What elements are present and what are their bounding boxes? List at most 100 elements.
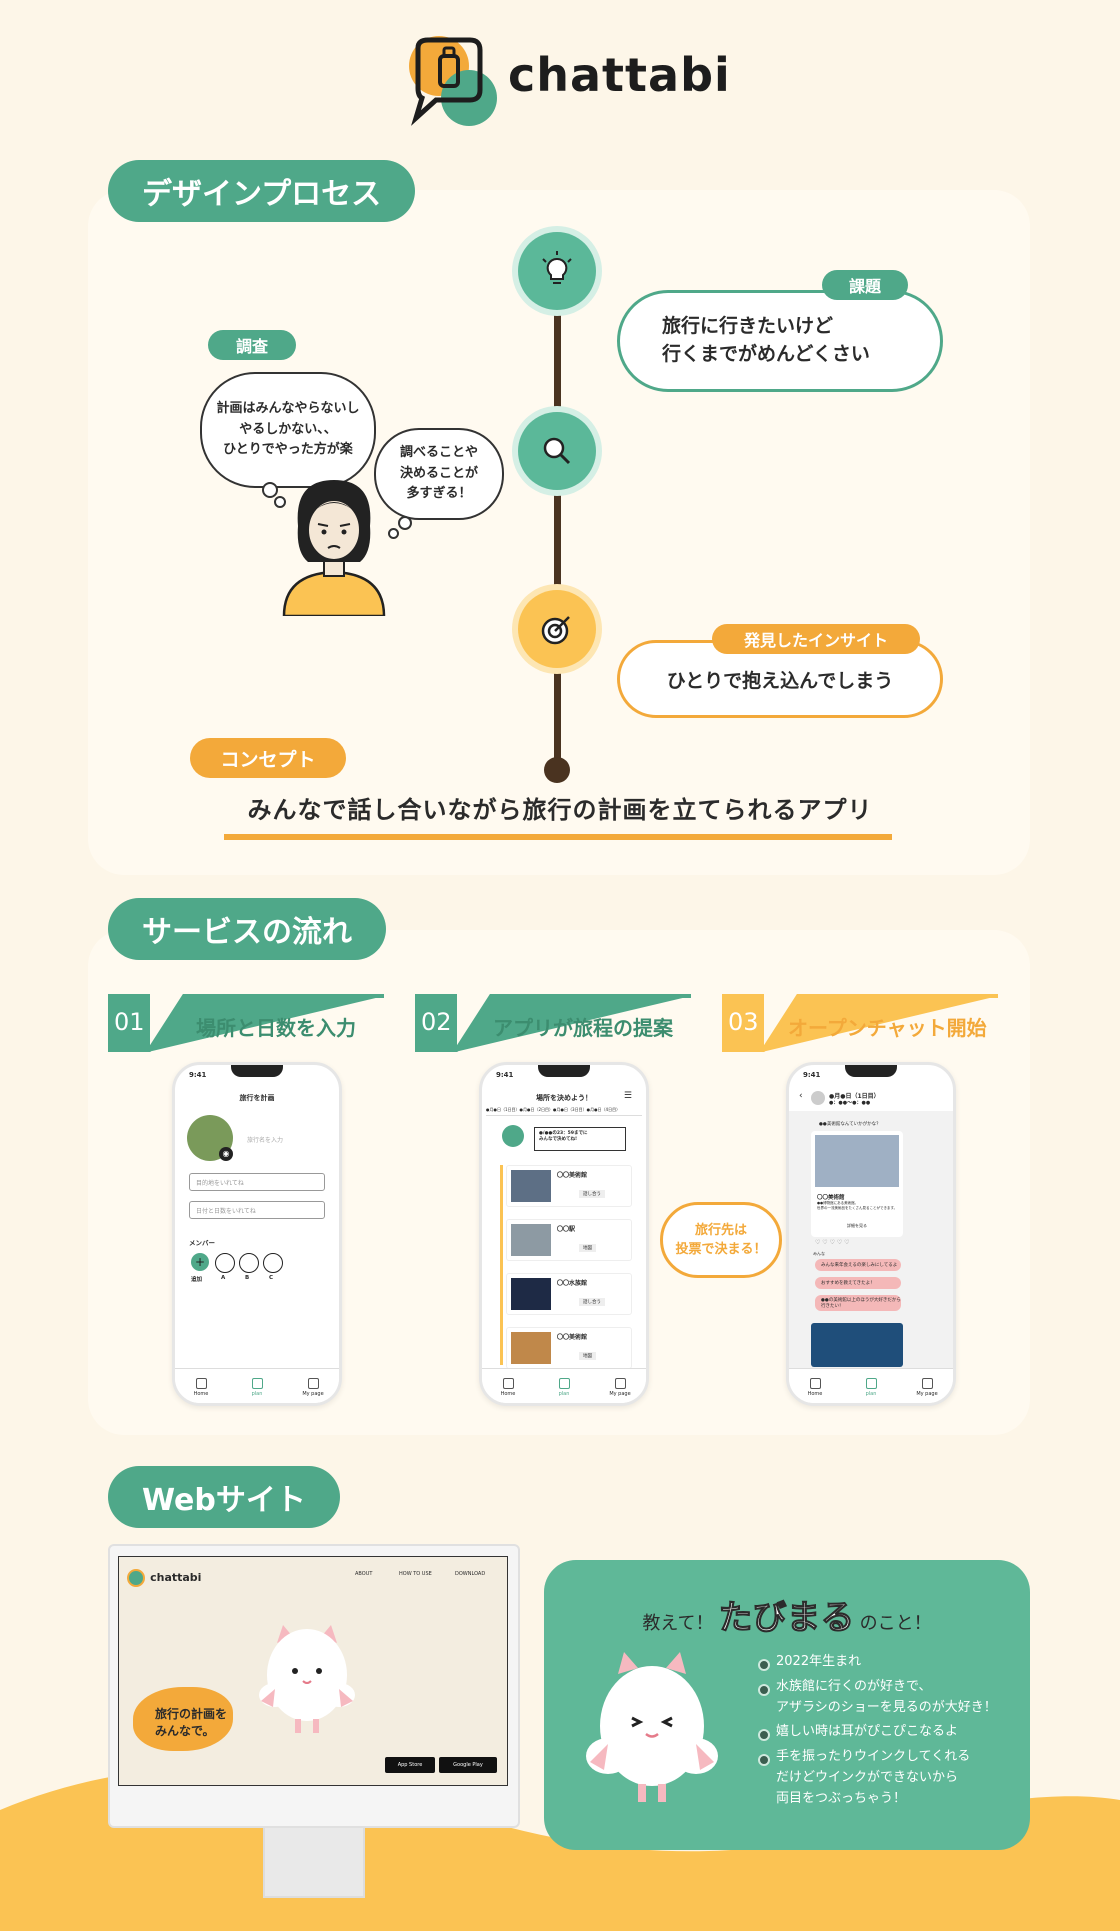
issue-text: 旅行に行きたいけど 行くまでがめんどくさい — [662, 315, 870, 365]
timeline-lightbulb — [518, 232, 596, 310]
place-photo — [815, 1135, 899, 1187]
back-icon[interactable]: ‹ — [799, 1091, 803, 1101]
monitor-screen: chattabi ABOUT HOW TO USE DOWNLOAD 旅行の計画… — [118, 1556, 508, 1786]
plan-item[interactable]: 〇〇美術館話し合う — [506, 1165, 632, 1207]
chat-intro: ●●美術館なんていかがかな？ — [819, 1122, 881, 1127]
thought-cloud-2: 調べることや 決めることが 多すぎる！ — [374, 428, 504, 520]
phone-plan-trip: 9:41 旅行を計画 ◉ 旅行名を入力 目的地をいれてね 日付と日数をいれてね … — [172, 1062, 342, 1406]
phone-notch — [845, 1065, 897, 1077]
nav-home[interactable]: Home — [795, 1378, 835, 1397]
fact-item: 手を振ったりウインクしてくれる だけどウインクができないから 両目をつぶっちゃう… — [758, 1747, 997, 1809]
camera-icon[interactable]: ◉ — [219, 1147, 233, 1161]
group-avatar — [811, 1091, 825, 1105]
issue-bubble: 旅行に行きたいけど 行くまでがめんどくさい — [617, 290, 943, 392]
fact-text: 2022年生まれ — [776, 1654, 862, 1669]
brand-logo: chattabi — [404, 28, 730, 128]
day-tabs[interactable]: ●月●日（1日目）●月●日（2日目）●月●日（3日目）●月●日（4日目） — [486, 1107, 642, 1116]
concept-underline — [224, 834, 892, 840]
add-member-button[interactable]: + — [191, 1253, 209, 1271]
phone-notch — [231, 1065, 283, 1077]
fact-text: 水族館に行くのが好きで、 アザラシのショーを見るのが大好き！ — [776, 1678, 997, 1715]
design-process-title: デザインプロセス — [108, 160, 416, 222]
nav-label: My page — [302, 1391, 324, 1397]
plan-thumb — [511, 1170, 551, 1202]
fact-item: 水族館に行くのが好きで、 アザラシのショーを見るのが大好き！ — [758, 1677, 997, 1719]
research-label: 調査 — [208, 330, 296, 360]
menu-icon[interactable]: ☰ — [624, 1091, 632, 1101]
plan-item[interactable]: 〇〇水族館 話し合う — [506, 1273, 632, 1315]
step-2-label: アプリが旅程の提案 — [493, 1016, 673, 1040]
trip-name-input[interactable]: 旅行名を入力 — [247, 1135, 283, 1144]
status-time: 9:41 — [189, 1071, 207, 1079]
search-icon — [543, 437, 571, 465]
nav-home[interactable]: Home — [488, 1378, 528, 1397]
service-flow-title: サービスの流れ — [108, 898, 386, 960]
step-3-number: 03 — [728, 1008, 759, 1036]
avatar[interactable] — [263, 1253, 283, 1273]
place-desc: ●●博物館にある美術館。 世界の一流美術品をたくさん見ることができます。 — [817, 1201, 898, 1210]
detail-link[interactable]: 詳細を見る — [847, 1223, 867, 1229]
character-heading: 教えて！ たびまる のこと！ — [544, 1590, 1030, 1639]
status-time: 9:41 — [496, 1071, 514, 1079]
status-time: 9:41 — [803, 1071, 821, 1079]
timeline-rail — [500, 1165, 503, 1365]
app-store-button[interactable]: App Store — [385, 1757, 435, 1773]
thought-dot — [398, 516, 412, 530]
deadline-note: ●/●●の23：59までに みんなで決めてね! — [534, 1127, 626, 1151]
date-field[interactable]: 日付と日数をいれてね — [189, 1201, 325, 1219]
map-button[interactable]: 地図 — [579, 1244, 596, 1252]
nav-label: plan — [558, 1391, 570, 1397]
user-label: みんな — [813, 1251, 825, 1256]
google-play-button[interactable]: Google Play — [439, 1757, 497, 1773]
plan-name: 〇〇美術館 — [557, 1172, 588, 1179]
timeline-end-dot — [544, 757, 570, 783]
nav-mypage[interactable]: My page — [293, 1378, 333, 1397]
nav-mypage[interactable]: My page — [600, 1378, 640, 1397]
map-button[interactable]: 地図 — [579, 1352, 596, 1360]
discuss-button[interactable]: 話し合う — [579, 1190, 605, 1198]
destination-field[interactable]: 目的地をいれてね — [189, 1173, 325, 1191]
mascot-illustration — [259, 1625, 355, 1733]
bottom-nav: Home plan My page — [789, 1368, 953, 1403]
phone-open-chat: 9:41 ‹ ●月●日（1日目） ●：●●〜●：●● ●●美術館なんていかがかな… — [786, 1062, 956, 1406]
google-play-label: Google Play — [453, 1762, 483, 1768]
plan-item[interactable]: 〇〇美術館 地図 — [506, 1327, 632, 1369]
avatar[interactable] — [215, 1253, 235, 1273]
nav-home[interactable]: Home — [181, 1378, 221, 1397]
website-title: Webサイト — [108, 1466, 340, 1528]
nav-plan[interactable]: plan — [237, 1378, 277, 1397]
site-logo[interactable]: chattabi — [127, 1567, 201, 1587]
member-label: A — [221, 1275, 226, 1281]
screen-title: 旅行を計画 — [239, 1094, 275, 1102]
member-label: B — [245, 1275, 250, 1281]
fact-text: 手を振ったりウインクしてくれる だけどウインクができないから 両目をつぶっちゃう… — [776, 1749, 971, 1806]
nav-label: My page — [609, 1391, 631, 1397]
user-icon — [307, 1378, 319, 1389]
vote-hearts[interactable]: ♡ ♡ ♡ ♡ ♡ — [815, 1239, 850, 1246]
heading-pre: 教えて！ — [642, 1613, 714, 1634]
site-nav-about[interactable]: ABOUT — [355, 1571, 372, 1577]
nav-plan[interactable]: plan — [851, 1378, 891, 1397]
calendar-icon — [865, 1378, 877, 1389]
chat-message: ●●の美術館以上のほうが大好きだから行きたい！ — [815, 1295, 901, 1311]
timeline-search — [518, 412, 596, 490]
timeline-target — [518, 590, 596, 668]
plan-name: 〇〇駅 — [557, 1226, 576, 1233]
site-nav-download[interactable]: DOWNLOAD — [455, 1571, 485, 1577]
discuss-button[interactable]: 話し合う — [579, 1298, 605, 1306]
fact-item: 2022年生まれ — [758, 1652, 997, 1673]
nav-plan[interactable]: plan — [544, 1378, 584, 1397]
character-facts: 2022年生まれ 水族館に行くのが好きで、 アザラシのショーを見るのが大好き！ … — [758, 1652, 997, 1814]
worried-person-illustration — [282, 480, 386, 616]
place-card[interactable]: 〇〇美術館 ●●博物館にある美術館。 世界の一流美術品をたくさん見ることができま… — [811, 1131, 903, 1237]
bottom-nav: Home plan My page — [482, 1368, 646, 1403]
plan-thumb — [511, 1332, 551, 1364]
nav-mypage[interactable]: My page — [907, 1378, 947, 1397]
site-nav-howto[interactable]: HOW TO USE — [399, 1571, 432, 1577]
calendar-icon — [251, 1378, 263, 1389]
avatar[interactable] — [239, 1253, 259, 1273]
desktop-monitor: chattabi ABOUT HOW TO USE DOWNLOAD 旅行の計画… — [108, 1544, 520, 1898]
user-icon — [614, 1378, 626, 1389]
plan-item[interactable]: 〇〇駅地図 — [506, 1219, 632, 1261]
character-card: 教えて！ たびまる のこと！ 2022年生まれ 水族館に行くのが好きで、 アザラ… — [544, 1560, 1030, 1850]
